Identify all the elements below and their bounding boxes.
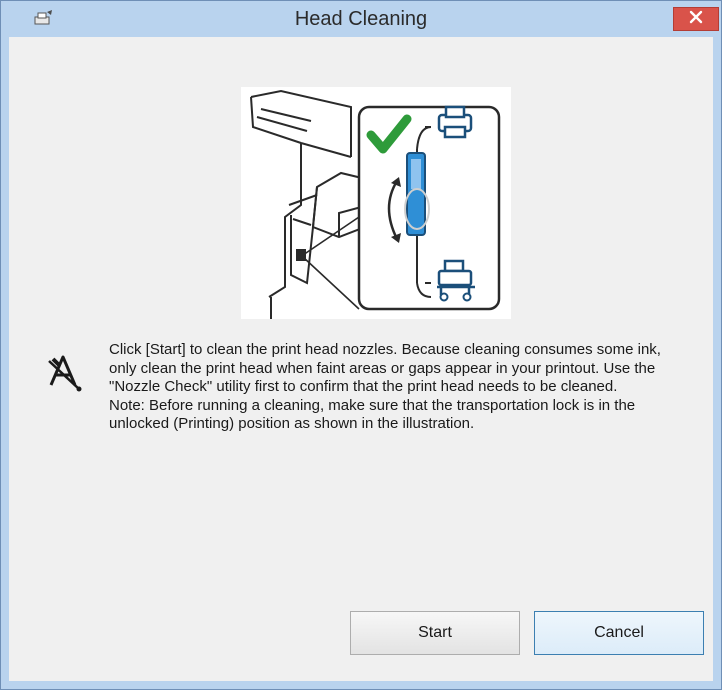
cancel-button[interactable]: Cancel [534,611,704,655]
instruction-text: Click [Start] to clean the print head no… [109,341,669,434]
transport-lock-illustration [241,87,511,319]
start-button[interactable]: Start [350,611,520,655]
instruction-paragraph: Click [Start] to clean the print head no… [109,341,661,395]
close-icon [689,10,703,29]
head-cleaning-dialog: Head Cleaning Click [Start] to clean the… [0,0,722,690]
window-title: Head Cleaning [294,8,428,30]
dialog-content: Click [Start] to clean the print head no… [9,37,713,681]
close-button[interactable] [673,7,719,31]
note-paragraph: Note: Before running a cleaning, make su… [109,396,636,433]
title-bar[interactable]: Head Cleaning [1,1,721,37]
head-cleaning-icon [45,353,85,393]
